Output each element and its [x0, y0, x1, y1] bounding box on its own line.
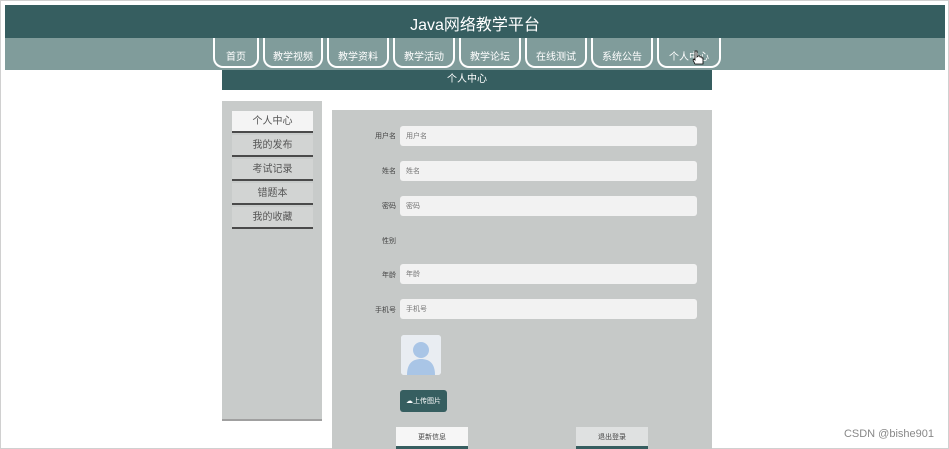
sidebar-item-profile[interactable]: 个人中心	[232, 111, 313, 133]
update-info-button[interactable]: 更新信息	[396, 427, 468, 449]
sidebar: 个人中心 我的发布 考试记录 错题本 我的收藏	[222, 101, 322, 421]
name-field[interactable]	[400, 161, 697, 181]
nav-item-videos[interactable]: 教学视频	[263, 38, 323, 68]
sidebar-item-my-posts[interactable]: 我的发布	[232, 135, 313, 157]
gender-label: 性别	[382, 237, 396, 245]
nav-item-activities[interactable]: 教学活动	[393, 38, 455, 68]
page: Java网络教学平台 首页 教学视频 教学资料 教学活动 教学论坛 在线测试 系…	[0, 0, 949, 449]
password-field[interactable]	[400, 196, 697, 216]
header-bar: Java网络教学平台	[5, 5, 945, 38]
upload-image-label: 上传图片	[413, 397, 441, 405]
age-label: 年龄	[382, 271, 396, 279]
sidebar-item-exam-records[interactable]: 考试记录	[232, 159, 313, 181]
password-label: 密码	[382, 202, 396, 210]
app-title: Java网络教学平台	[410, 17, 540, 34]
section-title: 个人中心	[222, 70, 712, 90]
cloud-upload-icon: ☁	[406, 397, 413, 405]
nav-item-tests[interactable]: 在线测试	[525, 38, 587, 68]
nav-item-home[interactable]: 首页	[213, 38, 259, 68]
nav-item-profile[interactable]: 个人中心	[657, 38, 721, 68]
avatar	[401, 335, 441, 375]
username-field[interactable]	[400, 126, 697, 146]
watermark: CSDN @bishe901	[843, 428, 934, 440]
age-field[interactable]	[400, 264, 697, 284]
username-label: 用户名	[375, 132, 396, 140]
nav-item-announcements[interactable]: 系统公告	[591, 38, 653, 68]
phone-label: 手机号	[375, 306, 396, 314]
main-nav: 首页 教学视频 教学资料 教学活动 教学论坛 在线测试 系统公告 个人中心	[5, 38, 945, 70]
nav-item-forum[interactable]: 教学论坛	[459, 38, 521, 68]
upload-image-button[interactable]: ☁上传图片	[400, 390, 447, 412]
logout-button[interactable]: 退出登录	[576, 427, 648, 449]
name-label: 姓名	[382, 167, 396, 175]
sidebar-item-favorites[interactable]: 我的收藏	[232, 207, 313, 229]
nav-item-materials[interactable]: 教学资料	[327, 38, 389, 68]
hand-cursor-icon	[692, 50, 704, 65]
user-placeholder-icon	[401, 335, 441, 375]
profile-form: 用户名 姓名 密码 性别 年龄 手机号 ☁上传图片 更新信息 退出登录	[332, 110, 712, 449]
sidebar-item-wrong-questions[interactable]: 错题本	[232, 183, 313, 205]
phone-field[interactable]	[400, 299, 697, 319]
